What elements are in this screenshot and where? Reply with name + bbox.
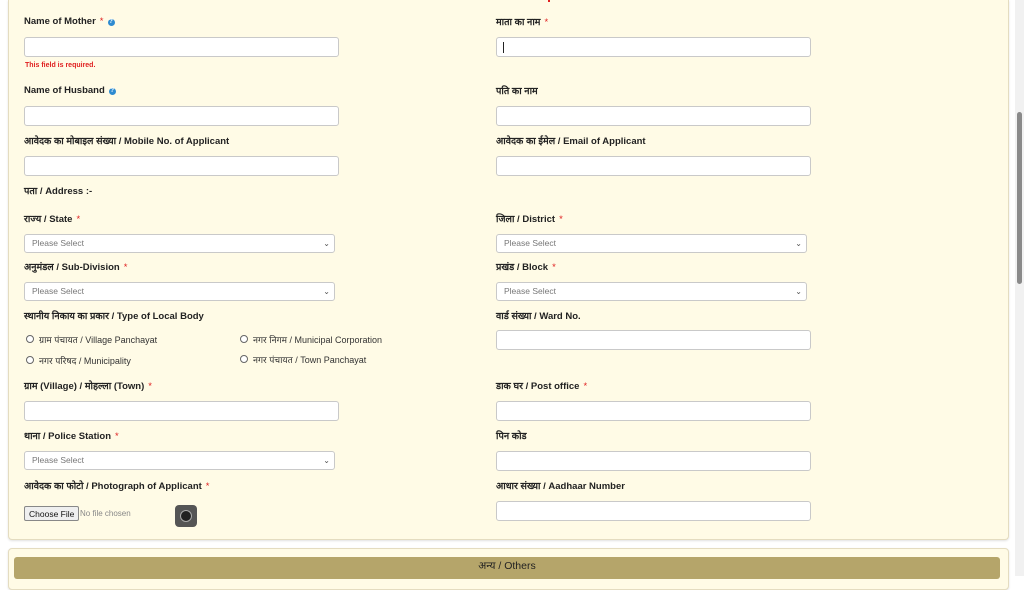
email-input[interactable] — [496, 156, 811, 176]
local-body-label: स्थानीय निकाय का प्रकार / Type of Local … — [24, 311, 204, 322]
radio-button[interactable] — [26, 356, 34, 364]
radio-button[interactable] — [240, 355, 248, 363]
district-label: जिला / District * — [496, 214, 563, 225]
error-mark — [548, 0, 550, 2]
radio-village-panchayat[interactable]: ग्राम पंचायत / Village Panchayat — [26, 333, 157, 346]
mobile-input[interactable] — [24, 156, 339, 176]
ward-input[interactable] — [496, 330, 811, 350]
village-input[interactable] — [24, 401, 339, 421]
district-select[interactable]: Please Select ⌄ — [496, 234, 807, 253]
radio-town-panchayat[interactable]: नगर पंचायत / Town Panchayat — [240, 353, 366, 366]
address-heading: पता / Address :- — [24, 186, 93, 197]
village-label: ग्राम (Village) / मोहल्ला (Town) * — [24, 381, 152, 392]
post-office-input[interactable] — [496, 401, 811, 421]
radio-button[interactable] — [240, 335, 248, 343]
mother-name-input[interactable] — [24, 37, 339, 57]
scrollbar-thumb[interactable] — [1017, 112, 1022, 284]
police-station-label: थाना / Police Station * — [24, 431, 119, 442]
police-station-select[interactable]: Please Select ⌄ — [24, 451, 335, 470]
photo-label: आवेदक का फोटो / Photograph of Applicant * — [24, 481, 210, 492]
block-select[interactable]: Please Select ⌄ — [496, 282, 807, 301]
post-office-label: डाक घर / Post office * — [496, 381, 588, 392]
ward-label: वार्ड संख्या / Ward No. — [496, 311, 581, 322]
pin-input[interactable] — [496, 451, 811, 471]
mother-name-hindi-label: माता का नाम * — [496, 17, 549, 28]
camera-icon[interactable] — [175, 505, 197, 527]
husband-name-input[interactable] — [24, 106, 339, 126]
camera-lens — [180, 510, 192, 522]
block-label: प्रखंड / Block * — [496, 262, 556, 273]
husband-name-hindi-label: पति का नाम — [496, 86, 538, 97]
file-status: No file chosen — [80, 509, 131, 518]
chevron-down-icon: ⌄ — [795, 287, 802, 296]
pin-label: पिन कोड — [496, 431, 527, 442]
chevron-down-icon: ⌄ — [795, 239, 802, 248]
info-icon[interactable]: ? — [107, 19, 115, 26]
subdivision-label: अनुमंडल / Sub-Division * — [24, 262, 128, 273]
aadhaar-label: आधार संख्या / Aadhaar Number — [496, 481, 625, 492]
mobile-label: आवेदक का मोबाइल संख्या / Mobile No. of A… — [24, 136, 230, 147]
state-select[interactable]: Please Select ⌄ — [24, 234, 335, 253]
subdivision-select[interactable]: Please Select ⌄ — [24, 282, 335, 301]
state-label: राज्य / State * — [24, 214, 81, 225]
scrollbar-track[interactable] — [1015, 0, 1024, 576]
chevron-down-icon: ⌄ — [323, 287, 330, 296]
choose-file-button[interactable]: Choose File — [24, 506, 80, 521]
chevron-down-icon: ⌄ — [323, 456, 330, 465]
mother-name-error: This field is required. — [25, 62, 96, 69]
husband-name-hindi-input[interactable] — [496, 106, 811, 126]
radio-municipal-corporation[interactable]: नगर निगम / Municipal Corporation — [240, 333, 382, 346]
mother-name-hindi-input[interactable] — [496, 37, 811, 57]
email-label: आवेदक का ईमेल / Email of Applicant — [496, 136, 646, 147]
mother-name-label: Name of Mother *? — [24, 16, 115, 27]
radio-button[interactable] — [26, 335, 34, 343]
info-icon[interactable]: ? — [108, 88, 116, 95]
text-cursor — [503, 42, 504, 53]
radio-municipality[interactable]: नगर परिषद / Municipality — [26, 354, 131, 367]
chevron-down-icon: ⌄ — [323, 239, 330, 248]
aadhaar-input[interactable] — [496, 501, 811, 521]
husband-name-label: Name of Husband? — [24, 85, 116, 96]
